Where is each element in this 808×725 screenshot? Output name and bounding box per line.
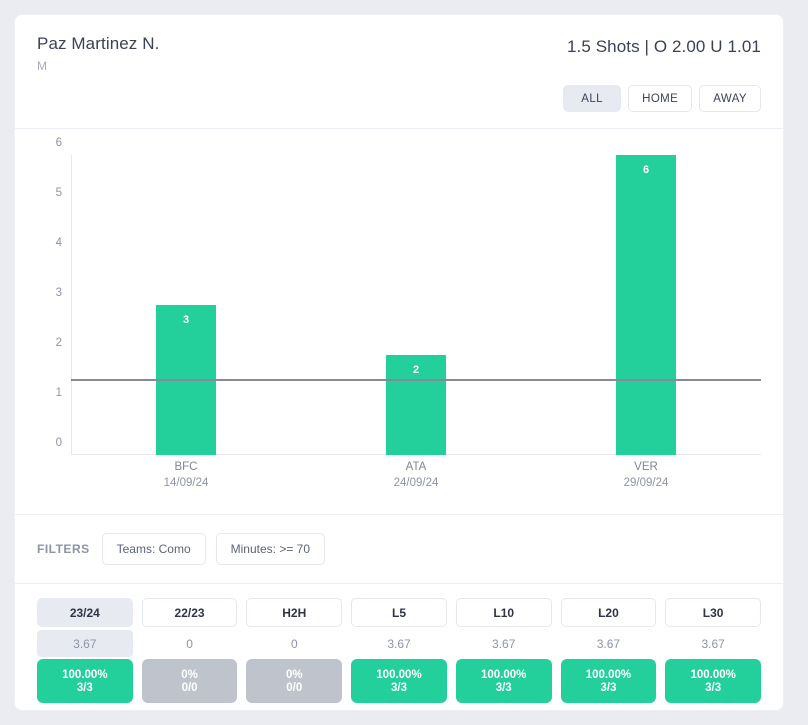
status-badge: 100.00% 3/3 — [455, 659, 552, 703]
x-label-date: 14/09/24 — [163, 477, 209, 489]
player-stats-card: Paz Martinez N. M 1.5 Shots | O 2.00 U 1… — [14, 14, 784, 711]
stats-grid: 23/24 3.67 100.00% 3/3 22/23 0 0% 0/0 H2H 0 0% 0/0 L… — [37, 598, 761, 703]
status-badge: 0% 0/0 — [141, 659, 238, 703]
stat-average: 3.67 — [596, 636, 621, 651]
status-badge: 100.00% 3/3 — [665, 659, 761, 703]
stat-average: 3.67 — [701, 636, 725, 651]
x-label-date: 24/09/24 — [393, 477, 439, 489]
x-label-team: BFC — [174, 461, 198, 473]
status-badge: 100.00% 3/3 — [560, 659, 657, 703]
x-axis-label: ATA 24/09/24 — [394, 459, 439, 491]
stat-period-button[interactable]: H2H — [246, 598, 343, 627]
stat-period-button[interactable]: 22/23 — [141, 598, 238, 627]
venue-filter-tabs: ALL HOME AWAY — [563, 85, 761, 112]
bar-slot: 3 — [71, 155, 301, 455]
venue-tab-all[interactable]: ALL — [563, 85, 622, 112]
stat-column-l30: L30 3.67 100.00% 3/3 — [665, 598, 761, 703]
filters-bar: FILTERS Teams: Como Minutes: >= 70 — [15, 515, 783, 583]
stat-column-h2h: H2H 0 0% 0/0 — [246, 598, 343, 703]
stat-period-button[interactable]: L10 — [455, 598, 552, 627]
filter-chip-group: Teams: Como Minutes: >= 70 — [101, 533, 326, 565]
chart-bar[interactable]: 2 — [386, 355, 446, 455]
stat-column-l5: L5 3.67 100.00% 3/3 — [351, 598, 447, 703]
x-axis-label: BFC 14/09/24 — [164, 459, 209, 491]
odds-line: 1.5 Shots | O 2.00 U 1.01 — [566, 37, 761, 56]
bar-slot: 2 — [301, 155, 531, 455]
bar-series: 3 2 6 — [71, 155, 761, 455]
bar-value-label: 2 — [412, 364, 420, 376]
stat-ratio: 3/3 — [495, 681, 512, 694]
stat-period-button[interactable]: L5 — [351, 598, 447, 627]
stat-ratio: 3/3 — [705, 681, 722, 694]
stat-ratio: 0/0 — [286, 681, 303, 694]
filter-chip[interactable]: Minutes: >= 70 — [215, 533, 326, 565]
filters-label: FILTERS — [37, 542, 90, 556]
y-axis-tick: 1 — [55, 387, 62, 399]
stat-average: 0 — [290, 636, 298, 651]
stat-column-l20: L20 3.67 100.00% 3/3 — [560, 598, 657, 703]
y-axis-tick: 2 — [55, 337, 62, 349]
stat-average: 3.67 — [37, 630, 133, 657]
stat-average: 0 — [186, 636, 193, 651]
bar-slot: 6 — [531, 155, 761, 455]
x-label-team: ATA — [405, 461, 427, 473]
player-position: M — [37, 59, 47, 73]
stat-percent: 100.00% — [376, 668, 422, 681]
y-axis-tick: 6 — [55, 137, 62, 149]
y-axis-tick: 3 — [55, 287, 62, 299]
stat-ratio: 0/0 — [181, 681, 198, 694]
threshold-line — [71, 379, 761, 381]
stat-column-23-24: 23/24 3.67 100.00% 3/3 — [37, 598, 133, 703]
stat-column-l10: L10 3.67 100.00% 3/3 — [455, 598, 552, 703]
stat-percent: 0% — [285, 668, 303, 681]
chart-plot-area: 3 2 6 0 1 2 3 4 5 6 — [56, 137, 761, 455]
stat-period-button[interactable]: 23/24 — [37, 598, 133, 627]
shots-bar-chart: 3 2 6 0 1 2 3 4 5 6 BFC 14/09/24 ATA 24/09/24 VER 29/… — [15, 129, 783, 514]
stat-period-button[interactable]: L20 — [560, 598, 657, 627]
stat-ratio: 3/3 — [76, 681, 93, 694]
stat-average: 3.67 — [492, 636, 516, 651]
bar-value-label: 6 — [642, 164, 650, 176]
y-axis-tick: 4 — [55, 237, 62, 249]
stat-percent: 100.00% — [62, 668, 108, 681]
stat-period-button[interactable]: L30 — [665, 598, 761, 627]
stat-ratio: 3/3 — [390, 681, 407, 694]
stat-percent: 100.00% — [481, 668, 527, 681]
x-axis-labels: BFC 14/09/24 ATA 24/09/24 VER 29/09/24 — [71, 459, 761, 503]
y-axis-tick: 0 — [55, 437, 62, 449]
card-header: Paz Martinez N. M 1.5 Shots | O 2.00 U 1… — [15, 15, 783, 128]
y-axis-tick: 5 — [55, 187, 62, 199]
venue-tab-away[interactable]: AWAY — [699, 85, 761, 112]
x-label-date: 29/09/24 — [623, 477, 669, 489]
stat-percent: 100.00% — [690, 668, 736, 681]
stat-percent: 0% — [181, 668, 198, 681]
status-badge: 100.00% 3/3 — [351, 659, 447, 703]
stat-percent: 100.00% — [585, 668, 632, 681]
venue-tab-home[interactable]: HOME — [628, 85, 693, 112]
x-label-team: VER — [634, 461, 658, 473]
filter-chip[interactable]: Teams: Como — [101, 533, 206, 565]
stat-column-22-23: 22/23 0 0% 0/0 — [141, 598, 238, 703]
chart-bar[interactable]: 6 — [616, 155, 676, 455]
status-badge: 100.00% 3/3 — [37, 659, 133, 703]
bar-value-label: 3 — [182, 314, 190, 326]
stat-ratio: 3/3 — [600, 681, 617, 694]
stats-summary: 23/24 3.67 100.00% 3/3 22/23 0 0% 0/0 H2H 0 0% 0/0 L… — [15, 584, 783, 703]
x-axis-label: VER 29/09/24 — [624, 459, 669, 491]
status-badge: 0% 0/0 — [246, 659, 343, 703]
stat-average: 3.67 — [387, 636, 411, 651]
